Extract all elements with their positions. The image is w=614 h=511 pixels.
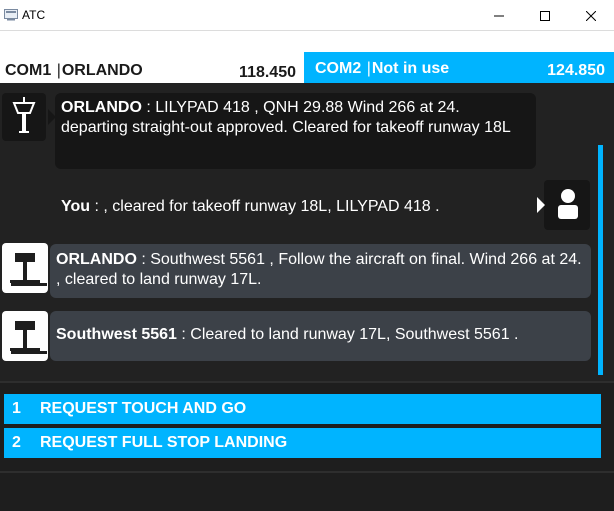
messages-scrollbar[interactable] — [598, 145, 603, 375]
message-speaker: ORLANDO — [61, 99, 142, 116]
request-touch-and-go-button[interactable]: 1 REQUEST TOUCH AND GO — [4, 394, 601, 424]
control-tower-icon — [12, 97, 36, 133]
com2-frequency: 124.850 — [547, 62, 605, 79]
message-speaker: You — [61, 198, 91, 215]
com2-station: Not in use — [371, 60, 450, 77]
com1-label: COM1 |ORLANDO — [5, 62, 143, 79]
close-button[interactable] — [568, 0, 614, 31]
request-number: 1 — [12, 400, 21, 417]
close-icon — [586, 10, 596, 21]
com2-tab[interactable]: COM2 |Not in use 124.850 — [304, 52, 614, 83]
window-title-bar: ATC — [0, 0, 614, 31]
window-title: ATC — [22, 8, 46, 22]
com1-tab[interactable]: COM1 |ORLANDO 118.450 — [0, 40, 302, 83]
request-panel: 1 REQUEST TOUCH AND GO 2 REQUEST FULL ST… — [0, 381, 614, 511]
message-text: : , cleared for takeoff runway 18L, LILY… — [90, 198, 440, 215]
minimize-button[interactable] — [476, 0, 522, 31]
request-full-stop-landing-button[interactable]: 2 REQUEST FULL STOP LANDING — [4, 428, 601, 458]
control-tower-icon — [10, 321, 47, 354]
request-label: REQUEST TOUCH AND GO — [40, 400, 247, 417]
minimize-icon — [494, 15, 504, 16]
divider — [0, 471, 614, 473]
maximize-icon — [540, 10, 550, 21]
message-text: : Cleared to land runway 17L, Southwest … — [176, 326, 519, 343]
com-header: COM1 |ORLANDO 118.450 COM2 |Not in use 1… — [0, 31, 614, 83]
com1-station: ORLANDO — [61, 62, 143, 79]
tower-avatar — [2, 93, 56, 141]
com2-label: COM2 |Not in use — [315, 60, 450, 77]
message-speaker: ORLANDO — [56, 251, 137, 268]
message-list[interactable]: ORLANDO : LILYPAD 418 , QNH 29.88 Wind 2… — [0, 83, 614, 381]
maximize-button[interactable] — [522, 0, 568, 31]
com1-frequency: 118.450 — [239, 64, 296, 81]
control-tower-icon — [10, 253, 47, 286]
user-avatar-pointer — [537, 197, 545, 213]
tower-avatar — [2, 311, 48, 361]
request-label: REQUEST FULL STOP LANDING — [40, 434, 288, 451]
request-number: 2 — [12, 434, 21, 451]
user-icon — [536, 189, 578, 219]
message-bubble: ORLANDO : Southwest 5561 , Follow the ai… — [50, 244, 591, 298]
message-bubble: Southwest 5561 : Cleared to land runway … — [50, 311, 591, 361]
window-app-icon — [4, 9, 18, 21]
user-avatar — [536, 180, 590, 230]
message-bubble: ORLANDO : LILYPAD 418 , QNH 29.88 Wind 2… — [55, 93, 536, 169]
message-bubble: You : , cleared for takeoff runway 18L, … — [55, 186, 535, 228]
message-speaker: Southwest 5561 — [56, 326, 177, 343]
tower-avatar — [2, 243, 48, 293]
